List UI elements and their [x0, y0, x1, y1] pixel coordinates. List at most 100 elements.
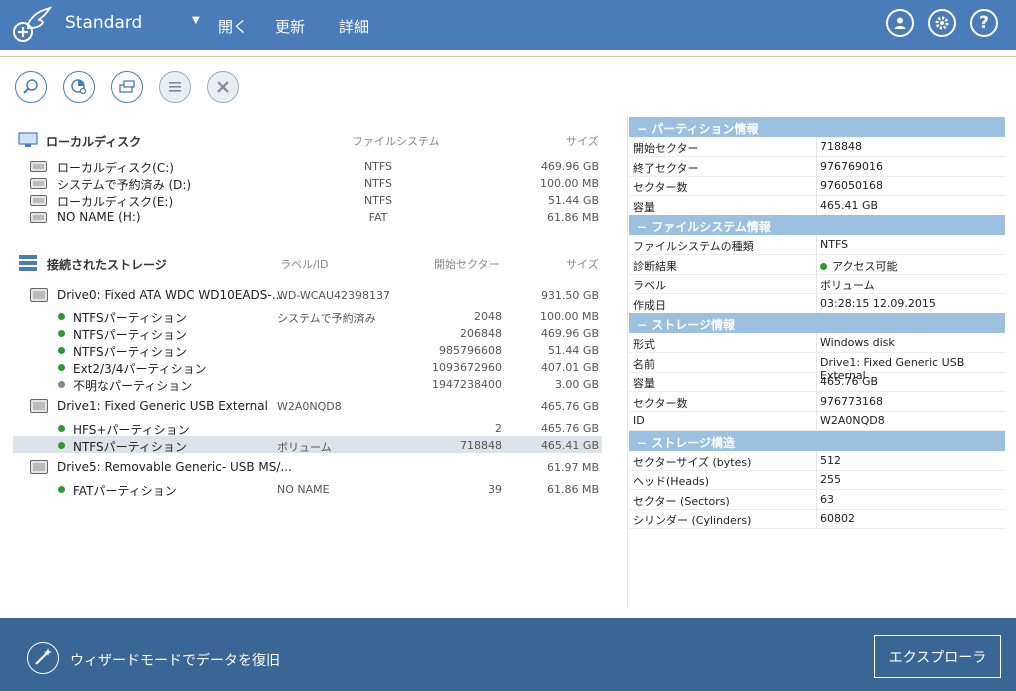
storage-stack-icon: [19, 255, 37, 271]
user-icon: [894, 17, 906, 29]
local-disk-name[interactable]: システムで予約済み (D:): [57, 176, 191, 193]
partition-status-dot: [58, 364, 65, 371]
info-row: 形式 Windows disk: [629, 333, 1005, 353]
scan-button[interactable]: [63, 71, 95, 103]
hard-drive-icon: [30, 161, 47, 172]
info-key: 形式: [633, 338, 655, 351]
menu-details[interactable]: 詳細: [339, 16, 369, 37]
drive-name[interactable]: Drive1: Fixed Generic USB External: [57, 399, 268, 413]
wizard-button[interactable]: [27, 642, 59, 674]
hard-drive-icon: [30, 399, 48, 413]
info-key: ファイルシステムの種類: [633, 240, 754, 253]
partition-name[interactable]: 不明なパーティション: [73, 377, 192, 394]
row-label: WD-WCAU42398137: [277, 289, 390, 302]
info-value: 255: [820, 473, 841, 486]
hard-drive-icon: [30, 288, 48, 302]
local-disk-name[interactable]: ローカルディスク(E:): [57, 193, 173, 210]
wizard-mode-link[interactable]: ウィザードモードでデータを復旧: [70, 650, 280, 670]
info-section-header[interactable]: − ファイルシステム情報: [629, 215, 1005, 235]
menu-refresh[interactable]: 更新: [275, 16, 305, 37]
row-size: 51.44 GB: [547, 344, 599, 357]
partition-name[interactable]: NTFSパーティション: [73, 309, 187, 326]
info-row: 作成日 03:28:15 12.09.2015: [629, 293, 1005, 314]
app-title: Standard: [65, 13, 143, 33]
info-section-title: − ストレージ構造: [637, 435, 735, 450]
partition-name[interactable]: NTFSパーティション: [73, 326, 187, 343]
row-size: 465.76 GB: [540, 422, 599, 435]
info-row: 開始セクター 718848: [629, 137, 1005, 157]
info-cell-divider: [816, 293, 817, 313]
explorer-button[interactable]: エクスプローラ: [874, 635, 1001, 678]
row-label: NO NAME: [277, 483, 330, 496]
profile-dropdown-icon[interactable]: ▼: [192, 15, 200, 26]
local-disk-fs: NTFS: [363, 177, 393, 190]
gear-icon: [935, 16, 949, 30]
hard-drive-icon: [30, 460, 48, 474]
info-row: ファイルシステムの種類 NTFS: [629, 235, 1005, 255]
local-disk-name[interactable]: ローカルディスク(C:): [57, 159, 174, 176]
info-value: 976050168: [820, 179, 883, 192]
info-key: 終了セクター: [633, 161, 699, 175]
computer-icon: [18, 132, 38, 147]
info-key: シリンダー (Cylinders): [633, 514, 752, 527]
info-value: W2A0NQD8: [820, 414, 885, 427]
info-row: 容量 465.76 GB: [629, 372, 1005, 392]
row-size: 469.96 GB: [540, 327, 599, 340]
row-label: システムで予約済み: [277, 312, 376, 325]
info-value: 512: [820, 453, 841, 467]
row-size: 407.01 GB: [540, 361, 599, 374]
drive-name[interactable]: Drive5: Removable Generic- USB MS/...: [57, 460, 292, 474]
info-value: ボリューム: [820, 279, 875, 292]
partition-status-dot: [58, 442, 65, 449]
account-button[interactable]: [886, 9, 914, 37]
settings-button[interactable]: [928, 9, 956, 37]
help-button[interactable]: ?: [970, 9, 998, 37]
info-key: 開始セクター: [633, 142, 699, 155]
search-button[interactable]: [15, 71, 47, 103]
close-button[interactable]: [207, 71, 239, 103]
info-section-header[interactable]: − ストレージ情報: [629, 313, 1005, 333]
info-row: 終了セクター 976769016: [629, 156, 1005, 177]
info-value: 976773168: [820, 394, 883, 408]
drive-name[interactable]: Drive0: Fixed ATA WDC WD10EADS-...: [57, 288, 283, 302]
list-view-button[interactable]: [159, 71, 191, 103]
info-cell-divider: [816, 489, 817, 509]
partition-name[interactable]: Ext2/3/4パーティション: [73, 360, 207, 377]
status-text: アクセス可能: [832, 259, 898, 273]
hard-drive-icon: [30, 195, 47, 206]
local-disk-fs: FAT: [368, 211, 388, 224]
storage-header: 接続されたストレージ: [47, 258, 167, 272]
local-disk-name[interactable]: NO NAME (H:): [57, 210, 141, 224]
magnifier-icon: [23, 79, 38, 94]
row-label: ボリューム: [277, 441, 332, 454]
info-section-header[interactable]: − ストレージ構造: [629, 430, 1005, 451]
mount-image-button[interactable]: [111, 71, 143, 103]
info-key: ID: [633, 414, 645, 427]
partition-name[interactable]: FATパーティション: [73, 482, 177, 499]
info-key: ラベル: [633, 279, 666, 292]
info-value: 03:28:15 12.09.2015: [820, 296, 936, 310]
storage-label-column-header: ラベル/ID: [280, 258, 329, 271]
partition-status-dot: [58, 347, 65, 354]
local-size-column-header: サイズ: [566, 135, 599, 148]
info-value: 63: [820, 492, 834, 506]
info-cell-divider: [816, 352, 817, 372]
info-key: セクター数: [633, 181, 688, 194]
partition-name[interactable]: NTFSパーティション: [73, 343, 187, 360]
partition-status-dot: [58, 486, 65, 493]
row-size: 931.50 GB: [540, 289, 599, 302]
info-section-header[interactable]: − パーティション情報: [629, 117, 1005, 137]
row-size: 465.76 GB: [540, 400, 599, 413]
list-icon: [169, 82, 181, 92]
menu-open[interactable]: 開く: [218, 16, 248, 37]
partition-status-dot: [58, 330, 65, 337]
local-disk-fs: NTFS: [363, 194, 393, 207]
storage-start-column-header: 開始セクター: [434, 258, 500, 271]
row-start-sector: 985796608: [439, 344, 502, 357]
partition-name[interactable]: NTFSパーティション: [73, 438, 187, 455]
local-fs-column-header: ファイルシステム: [352, 135, 440, 148]
info-row: 容量 465.41 GB: [629, 195, 1005, 216]
info-value: 60802: [820, 512, 855, 525]
partition-name[interactable]: HFS+パーティション: [73, 421, 190, 438]
partition-status-dot: [58, 425, 65, 432]
